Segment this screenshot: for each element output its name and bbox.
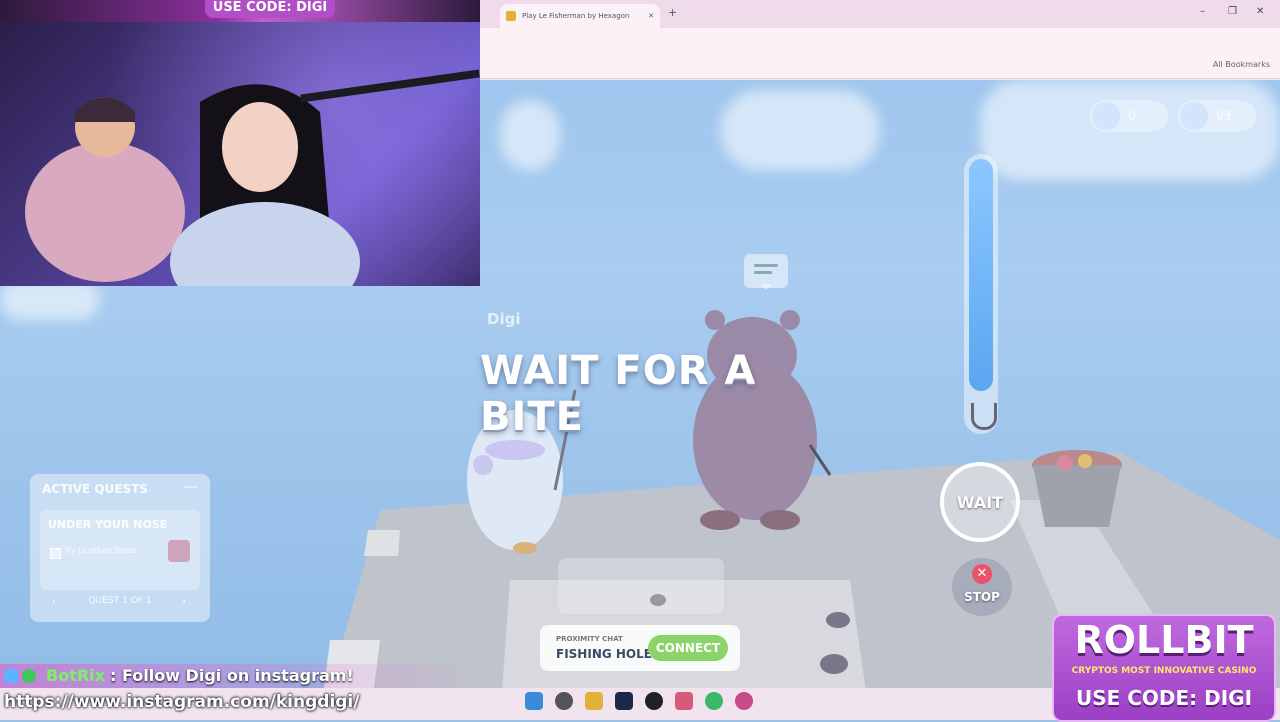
taskbar-icons: [525, 692, 753, 710]
reward-icon: [168, 540, 190, 562]
connect-button[interactable]: CONNECT: [648, 635, 728, 661]
quest-name: UNDER YOUR NOSE: [48, 518, 168, 531]
stream-chat-line: BotRix : Follow Digi on instagram!: [0, 664, 480, 688]
active-quests-panel: ACTIVE QUESTS — UNDER YOUR NOSE Try to r…: [30, 474, 210, 622]
chat-bubble-icon[interactable]: [744, 254, 788, 290]
fish-bucket: [1032, 450, 1122, 527]
sponsor-logo: ROLLBIT: [1074, 618, 1254, 662]
quests-title: ACTIVE QUESTS: [42, 482, 149, 496]
coin-icon: [1092, 102, 1120, 130]
bite-meter-fill: [969, 159, 993, 391]
minimize-window-icon[interactable]: –: [1200, 6, 1205, 17]
address-bar[interactable]: [480, 28, 1280, 74]
steam-icon[interactable]: [615, 692, 633, 710]
chat-username: BotRix: [46, 666, 105, 685]
inventory-slots[interactable]: [558, 558, 724, 614]
currency-hud: 0 93: [1090, 100, 1256, 132]
tab-bar: Play Le Fisherman by Hexagon ✕ + – ❐ ✕: [480, 0, 1280, 28]
bot-badge-icon: [4, 669, 18, 683]
sponsor-tagline: CRYPTOS MOST INNOVATIVE CASINO: [1071, 666, 1257, 676]
folder-icon[interactable]: [585, 692, 603, 710]
promo-banner: USE CODE: DIGI: [0, 0, 480, 22]
quest-task: Try to refuel Boats: [64, 546, 138, 555]
bite-meter: [964, 154, 998, 434]
streamer-person: [170, 84, 360, 286]
favicon-icon: [506, 11, 516, 21]
minimize-icon[interactable]: —: [184, 479, 198, 495]
status-text: WAIT FOR A BITE: [480, 348, 757, 440]
start-icon[interactable]: [525, 692, 543, 710]
all-bookmarks-link[interactable]: All Bookmarks: [1213, 60, 1270, 69]
quest-card: UNDER YOUR NOSE Try to refuel Boats: [40, 510, 200, 590]
player-nametag: Digi: [487, 310, 521, 328]
tab-title: Play Le Fisherman by Hexagon: [522, 12, 630, 20]
proximity-label: PROXIMITY CHAT: [556, 635, 623, 643]
gems-value: 93: [1216, 109, 1232, 123]
browser-window: Play Le Fisherman by Hexagon ✕ + – ❐ ✕ A…: [480, 0, 1280, 80]
chat-url: https://www.instagram.com/kingdigi/: [4, 692, 360, 712]
close-icon: ✕: [972, 564, 992, 584]
streamer-person: [25, 97, 185, 282]
gems-counter: 93: [1178, 100, 1256, 132]
close-tab-icon[interactable]: ✕: [648, 12, 654, 20]
proximity-chat-panel: PROXIMITY CHAT FISHING HOLE CONNECT: [540, 625, 740, 671]
webcam-feed: [0, 22, 480, 286]
sponsor-code: USE CODE: DIGI: [1075, 686, 1253, 710]
app-icon[interactable]: [735, 692, 753, 710]
search-icon[interactable]: [555, 692, 573, 710]
browser-tab[interactable]: Play Le Fisherman by Hexagon ✕: [500, 4, 660, 28]
verified-badge-icon: [22, 669, 36, 683]
next-quest-icon[interactable]: ›: [182, 596, 186, 607]
wait-button[interactable]: WAIT: [940, 462, 1020, 542]
app-icon[interactable]: [645, 692, 663, 710]
chrome-icon[interactable]: [705, 692, 723, 710]
proximity-location: FISHING HOLE: [556, 647, 652, 661]
sponsor-ad: ROLLBIT CRYPTOS MOST INNOVATIVE CASINO U…: [1052, 614, 1276, 722]
new-tab-icon[interactable]: +: [668, 6, 677, 19]
obs-icon[interactable]: [675, 692, 693, 710]
maximize-window-icon[interactable]: ❐: [1228, 6, 1237, 17]
stop-button[interactable]: ✕ STOP: [952, 558, 1012, 616]
coins-value: 0: [1128, 109, 1136, 123]
gem-icon: [1180, 102, 1208, 130]
hook-icon: [971, 403, 997, 430]
promo-code-text: USE CODE: DIGI: [205, 0, 335, 18]
bookmarks-bar: All Bookmarks: [480, 54, 1280, 79]
coins-counter: 0: [1090, 100, 1168, 132]
chat-message: : Follow Digi on instagram!: [110, 666, 354, 685]
quest-checkbox: [50, 548, 61, 559]
stop-button-label: STOP: [964, 590, 1000, 604]
wait-button-label: WAIT: [956, 492, 1004, 512]
close-window-icon[interactable]: ✕: [1256, 6, 1264, 17]
